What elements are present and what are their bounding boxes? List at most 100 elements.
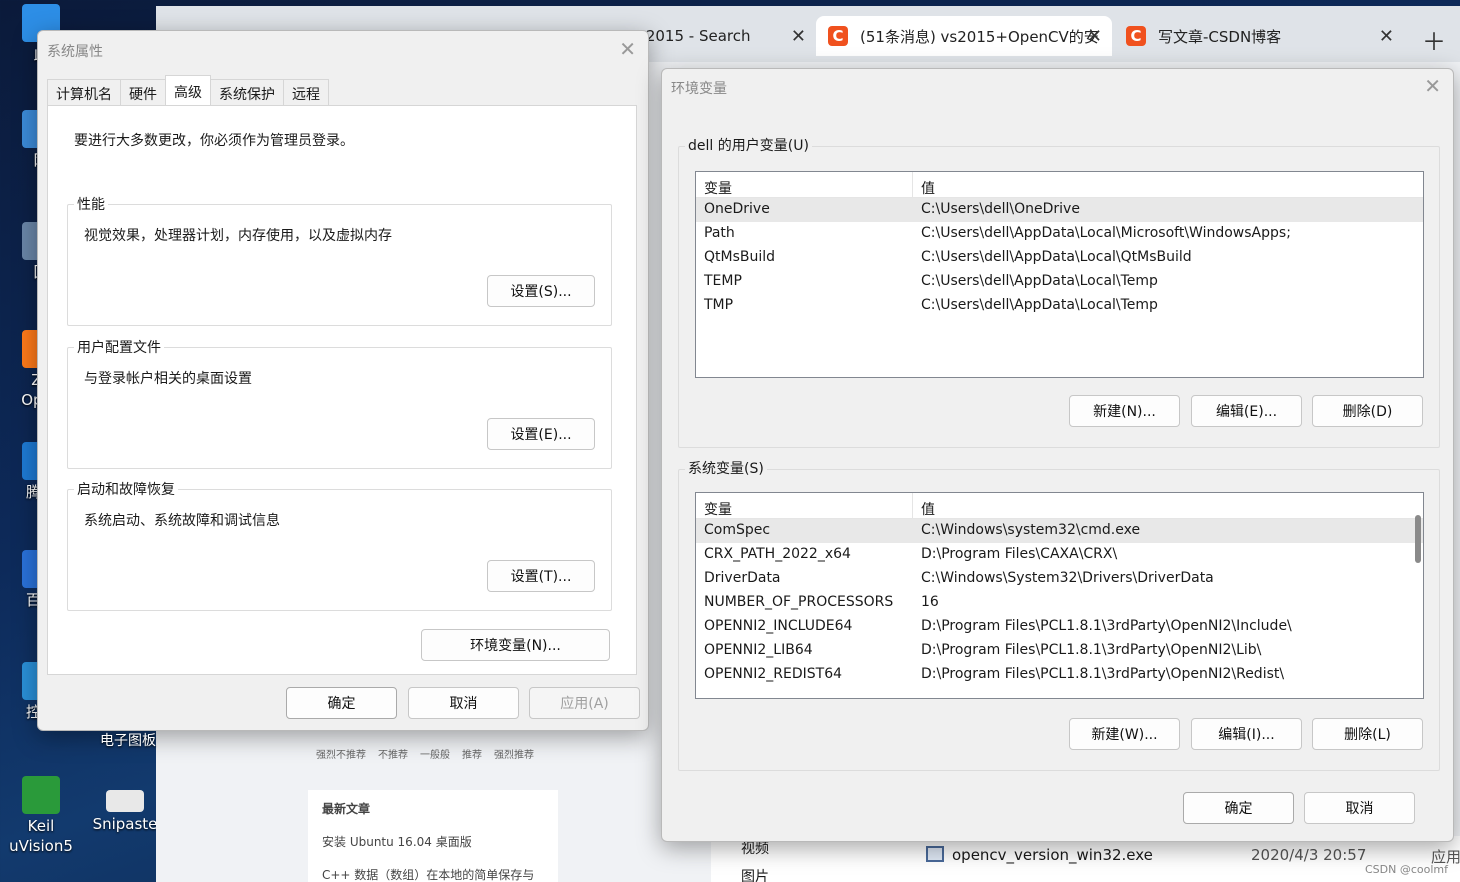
tab-system-protection[interactable]: 系统保护 bbox=[210, 79, 284, 105]
close-icon[interactable]: ✕ bbox=[1379, 26, 1394, 47]
cancel-button[interactable]: 取消 bbox=[408, 687, 519, 719]
variable-value: 16 bbox=[921, 594, 939, 610]
system-delete-button[interactable]: 删除(L) bbox=[1312, 718, 1423, 750]
user-profile-group: 用户配置文件 与登录帐户相关的桌面设置 设置(E)... bbox=[67, 337, 612, 469]
table-row[interactable]: OPENNI2_INCLUDE64 D:\Program Files\PCL1.8… bbox=[696, 615, 1423, 639]
advanced-tab-panel: 要进行大多数更改，你必须作为管理员登录。 性能 视觉效果，处理器计划，内存使用，… bbox=[47, 105, 637, 675]
variable-value: C:\Windows\System32\Drivers\DriverData bbox=[921, 570, 1214, 586]
recommend-option[interactable]: 一般般 bbox=[420, 746, 450, 761]
admin-note: 要进行大多数更改，你必须作为管理员登录。 bbox=[74, 133, 354, 149]
sysprops-tabs: 计算机名 硬件 高级 系统保护 远程 bbox=[47, 75, 329, 105]
variable-name: OPENNI2_INCLUDE64 bbox=[704, 618, 853, 634]
close-icon[interactable]: ✕ bbox=[619, 37, 636, 61]
tab-hardware[interactable]: 硬件 bbox=[120, 79, 166, 105]
group-label: 性能 bbox=[74, 194, 108, 214]
scrollbar-thumb[interactable] bbox=[1415, 515, 1421, 563]
latest-articles-card: 最新文章 安装 Ubuntu 16.04 桌面版 C++ 数据（数组）在本地的简… bbox=[308, 790, 558, 882]
col-variable[interactable]: 变量 bbox=[696, 172, 913, 197]
desktop-icon-snipaste[interactable]: Snipaste bbox=[90, 790, 160, 834]
variable-name: Path bbox=[704, 225, 735, 241]
latest-article-link[interactable]: C++ 数据（数组）在本地的简单保存与读取 bbox=[322, 866, 544, 882]
user-variables-frame: dell 的用户变量(U) 变量 值 OneDrive C:\Users\dell… bbox=[678, 135, 1440, 448]
env-ok-button[interactable]: 确定 bbox=[1183, 792, 1294, 824]
variable-value: D:\Program Files\CAXA\CRX\ bbox=[921, 546, 1118, 562]
env-cancel-button[interactable]: 取消 bbox=[1304, 792, 1415, 824]
col-value[interactable]: 值 bbox=[913, 172, 935, 197]
snipaste-label: Snipaste bbox=[92, 815, 158, 833]
close-icon[interactable]: ✕ bbox=[1087, 26, 1102, 47]
recommend-option[interactable]: 强烈不推荐 bbox=[316, 746, 366, 761]
tab-advanced[interactable]: 高级 bbox=[165, 75, 211, 105]
recommend-option[interactable]: 不推荐 bbox=[378, 746, 408, 761]
ok-button[interactable]: 确定 bbox=[286, 687, 397, 719]
startup-settings-button[interactable]: 设置(T)... bbox=[487, 560, 595, 592]
table-row[interactable]: Path C:\Users\dell\AppData\Local\Microsof… bbox=[696, 222, 1423, 246]
recommend-option[interactable]: 推荐 bbox=[462, 746, 482, 761]
desktop-icon[interactable]: Keil uVision5 bbox=[6, 776, 76, 856]
environment-variables-button[interactable]: 环境变量(N)... bbox=[421, 629, 610, 661]
variable-value: C:\Users\dell\AppData\Local\Microsoft\Wi… bbox=[921, 225, 1291, 241]
file-name[interactable]: opencv_version_win32.exe bbox=[952, 846, 1153, 864]
variable-value: C:\Users\dell\AppData\Local\Temp bbox=[921, 273, 1158, 289]
table-row[interactable]: TEMP C:\Users\dell\AppData\Local\Temp bbox=[696, 270, 1423, 294]
tab-title: s2015 - Search bbox=[638, 27, 751, 45]
table-row[interactable]: OneDrive C:\Users\dell\OneDrive bbox=[696, 198, 1423, 222]
system-new-button[interactable]: 新建(W)... bbox=[1069, 718, 1180, 750]
col-variable[interactable]: 变量 bbox=[696, 493, 913, 518]
table-row[interactable]: QtMsBuild C:\Users\dell\AppData\Local\QtM… bbox=[696, 246, 1423, 270]
system-variables-label: 系统变量(S) bbox=[685, 458, 767, 478]
exe-file-icon bbox=[926, 846, 944, 862]
apply-button[interactable]: 应用(A) bbox=[529, 687, 640, 719]
user-variables-list[interactable]: 变量 值 OneDrive C:\Users\dell\OneDrive Path C… bbox=[695, 171, 1424, 378]
profile-settings-button[interactable]: 设置(E)... bbox=[487, 418, 595, 450]
variable-value: D:\Program Files\PCL1.8.1\3rdParty\OpenN… bbox=[921, 642, 1262, 658]
col-value[interactable]: 值 bbox=[913, 493, 935, 518]
variable-name: ComSpec bbox=[704, 522, 771, 538]
system-edit-button[interactable]: 编辑(I)... bbox=[1191, 718, 1302, 750]
tab-title: 写文章-CSDN博客 bbox=[1158, 27, 1282, 46]
startup-recovery-group: 启动和故障恢复 系统启动、系统故障和调试信息 设置(T)... bbox=[67, 479, 612, 611]
csdn-logo-icon: C bbox=[1126, 26, 1146, 46]
browser-tab-3[interactable]: C 写文章-CSDN博客 ✕ bbox=[1114, 16, 1404, 56]
folder-pictures[interactable]: 图片 bbox=[741, 866, 769, 882]
latest-article-link[interactable]: 安装 Ubuntu 16.04 桌面版 bbox=[322, 833, 544, 850]
system-properties-dialog: 系统属性 ✕ 计算机名 硬件 高级 系统保护 远程 要进行大多数更改，你必须作为… bbox=[37, 30, 649, 731]
user-edit-button[interactable]: 编辑(E)... bbox=[1191, 395, 1302, 427]
tab-computer-name[interactable]: 计算机名 bbox=[47, 79, 121, 105]
table-row[interactable]: NUMBER_OF_PROCESSORS 16 bbox=[696, 591, 1423, 615]
recommend-option[interactable]: 强烈推荐 bbox=[494, 746, 534, 761]
list-header: 变量 值 bbox=[696, 172, 1423, 198]
variable-value: C:\Users\dell\AppData\Local\QtMsBuild bbox=[921, 249, 1192, 265]
system-variables-list[interactable]: 变量 值 ComSpec C:\Windows\system32\cmd.exe C… bbox=[695, 492, 1424, 699]
variable-name: OneDrive bbox=[704, 201, 770, 217]
table-row[interactable]: OPENNI2_LIB64 D:\Program Files\PCL1.8.1\3… bbox=[696, 639, 1423, 663]
table-row[interactable]: TMP C:\Users\dell\AppData\Local\Temp bbox=[696, 294, 1423, 318]
group-desc: 与登录帐户相关的桌面设置 bbox=[84, 371, 252, 387]
desktop-icon-label: Keil uVision5 bbox=[9, 817, 73, 855]
variable-value: C:\Windows\system32\cmd.exe bbox=[921, 522, 1141, 538]
variable-name: TEMP bbox=[704, 273, 742, 289]
close-icon[interactable]: ✕ bbox=[791, 26, 806, 47]
browser-tab-1[interactable]: s2015 - Search ✕ bbox=[626, 16, 816, 56]
user-new-button[interactable]: 新建(N)... bbox=[1069, 395, 1180, 427]
dianzitu-label: 电子图板 bbox=[100, 733, 156, 749]
snipaste-icon bbox=[106, 790, 144, 812]
close-icon[interactable]: ✕ bbox=[1424, 74, 1441, 98]
dialog-title: 系统属性 bbox=[47, 44, 103, 60]
tab-title: (51条消息) vs2015+OpenCV的安 bbox=[860, 27, 1099, 46]
csdn-logo-icon: C bbox=[828, 26, 848, 46]
app-icon bbox=[22, 776, 60, 814]
list-header: 变量 值 bbox=[696, 493, 1423, 519]
tab-remote[interactable]: 远程 bbox=[283, 79, 329, 105]
user-delete-button[interactable]: 删除(D) bbox=[1312, 395, 1423, 427]
table-row[interactable]: CRX_PATH_2022_x64 D:\Program Files\CAXA\C… bbox=[696, 543, 1423, 567]
variable-value: D:\Program Files\PCL1.8.1\3rdParty\OpenN… bbox=[921, 618, 1292, 634]
table-row[interactable]: OPENNI2_REDIST64 D:\Program Files\PCL1.8.… bbox=[696, 663, 1423, 687]
table-row[interactable]: DriverData C:\Windows\System32\Drivers\Dr… bbox=[696, 567, 1423, 591]
performance-settings-button[interactable]: 设置(S)... bbox=[487, 275, 595, 307]
browser-tab-2[interactable]: C (51条消息) vs2015+OpenCV的安 ✕ bbox=[816, 16, 1112, 56]
variable-name: DriverData bbox=[704, 570, 781, 586]
variable-name: OPENNI2_REDIST64 bbox=[704, 666, 843, 682]
new-tab-plus-icon[interactable]: ＋ bbox=[1422, 22, 1446, 57]
table-row[interactable]: ComSpec C:\Windows\system32\cmd.exe bbox=[696, 519, 1423, 543]
